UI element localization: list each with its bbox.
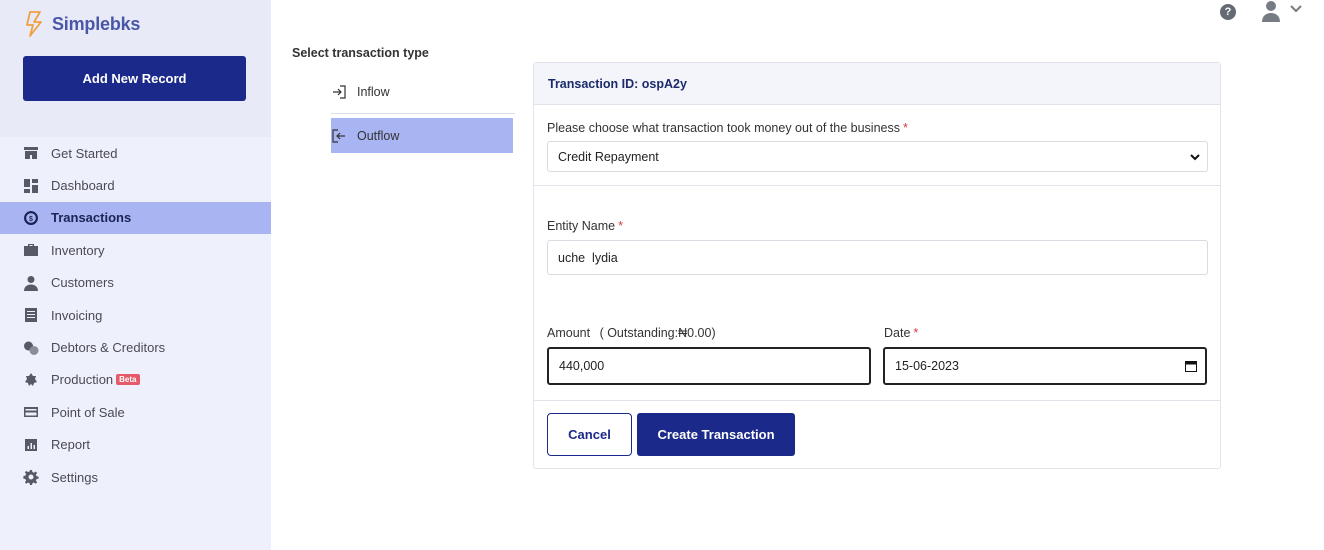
section-divider: [534, 400, 1220, 401]
chevron-down-icon: [1190, 154, 1200, 161]
brand-name: Simplebks: [52, 13, 141, 34]
create-transaction-button[interactable]: Create Transaction: [637, 413, 795, 456]
chevron-down-icon[interactable]: [1289, 4, 1303, 14]
gear-icon: [23, 469, 39, 486]
cancel-button[interactable]: Cancel: [547, 413, 632, 456]
sidebar-item-label: Inventory: [51, 242, 105, 258]
sign-out-icon: [332, 128, 345, 143]
transaction-type-label: Outflow: [357, 128, 400, 143]
sidebar-nav: Get Started Dashboard $ Transactions Inv…: [0, 137, 271, 493]
sidebar-item-debtors-creditors[interactable]: Debtors & Creditors: [0, 331, 271, 363]
sidebar-item-label: Get Started: [51, 145, 118, 161]
card-icon: [23, 404, 39, 420]
sidebar-item-label: Transactions: [51, 210, 132, 226]
report-icon: [23, 437, 39, 453]
required-mark: *: [903, 121, 908, 135]
type-divider: [331, 113, 515, 114]
debtors-icon: [23, 340, 39, 356]
sidebar-item-point-of-sale[interactable]: Point of Sale: [0, 396, 271, 428]
outstanding-text: ( Outstanding:₦0.00): [599, 326, 716, 340]
receipt-icon: [23, 307, 39, 323]
date-input[interactable]: 15-06-2023: [883, 347, 1207, 385]
sidebar-item-label: Debtors & Creditors: [51, 340, 166, 356]
beta-badge: Beta: [116, 374, 140, 386]
section-divider: [534, 185, 1220, 186]
sidebar-item-label: Settings: [51, 469, 98, 485]
calendar-icon[interactable]: [1185, 360, 1197, 372]
sidebar-item-label: Customers: [51, 275, 114, 291]
sidebar-item-invoicing[interactable]: Invoicing: [0, 299, 271, 331]
brand-logo[interactable]: Simplebks: [24, 10, 140, 38]
transaction-form-card: Transaction ID: ospA2y Please choose wha…: [533, 62, 1221, 469]
transaction-question-label: Please choose what transaction took mone…: [547, 121, 908, 135]
sidebar-item-inventory[interactable]: Inventory: [0, 234, 271, 266]
date-label: Date *: [884, 326, 919, 340]
entity-name-input[interactable]: uche lydia: [547, 240, 1208, 275]
app-root: Simplebks Add New Record Get Started Das…: [0, 0, 1324, 550]
help-icon[interactable]: ?: [1220, 4, 1236, 20]
sidebar-item-label: Point of Sale: [51, 404, 125, 420]
store-icon: [23, 145, 39, 161]
sidebar-item-settings[interactable]: Settings: [0, 461, 271, 493]
sidebar-item-production[interactable]: Production Beta: [0, 364, 271, 396]
transactions-icon: $: [23, 210, 39, 226]
transaction-type-inflow[interactable]: Inflow: [331, 74, 513, 109]
sidebar-item-get-started[interactable]: Get Started: [0, 137, 271, 169]
user-avatar-icon[interactable]: [1261, 0, 1281, 22]
sidebar-header: Simplebks Add New Record: [0, 0, 271, 137]
sidebar-item-dashboard[interactable]: Dashboard: [0, 169, 271, 201]
sidebar-item-report[interactable]: Report: [0, 429, 271, 461]
add-new-record-button[interactable]: Add New Record: [23, 56, 246, 101]
svg-text:$: $: [29, 216, 33, 223]
transaction-type-select[interactable]: Credit Repayment: [547, 141, 1208, 172]
briefcase-icon: [23, 242, 39, 258]
entity-name-label: Entity Name *: [547, 219, 623, 233]
required-mark: *: [913, 326, 919, 340]
select-transaction-type-label: Select transaction type: [292, 46, 429, 60]
production-icon: [23, 372, 39, 388]
amount-input[interactable]: 440,000: [547, 347, 871, 385]
transaction-type-outflow[interactable]: Outflow: [331, 118, 513, 153]
required-mark: *: [618, 219, 623, 233]
sidebar-item-label: Report: [51, 437, 91, 453]
person-icon: [23, 275, 39, 291]
sidebar: Simplebks Add New Record Get Started Das…: [0, 0, 271, 550]
transaction-type-label: Inflow: [357, 84, 390, 99]
sidebar-item-label: Production: [51, 372, 114, 388]
sign-in-icon: [333, 84, 346, 99]
sidebar-item-transactions[interactable]: $ Transactions: [0, 201, 271, 235]
transaction-id-header: Transaction ID: ospA2y: [534, 63, 1220, 105]
transaction-select-value: Credit Repayment: [558, 149, 659, 164]
amount-label: Amount ( Outstanding:₦0.00): [547, 326, 716, 340]
dashboard-icon: [23, 178, 39, 194]
sidebar-item-label: Invoicing: [51, 307, 103, 323]
sidebar-item-customers[interactable]: Customers: [0, 267, 271, 299]
logo-icon: [26, 11, 42, 37]
sidebar-item-label: Dashboard: [51, 178, 115, 194]
